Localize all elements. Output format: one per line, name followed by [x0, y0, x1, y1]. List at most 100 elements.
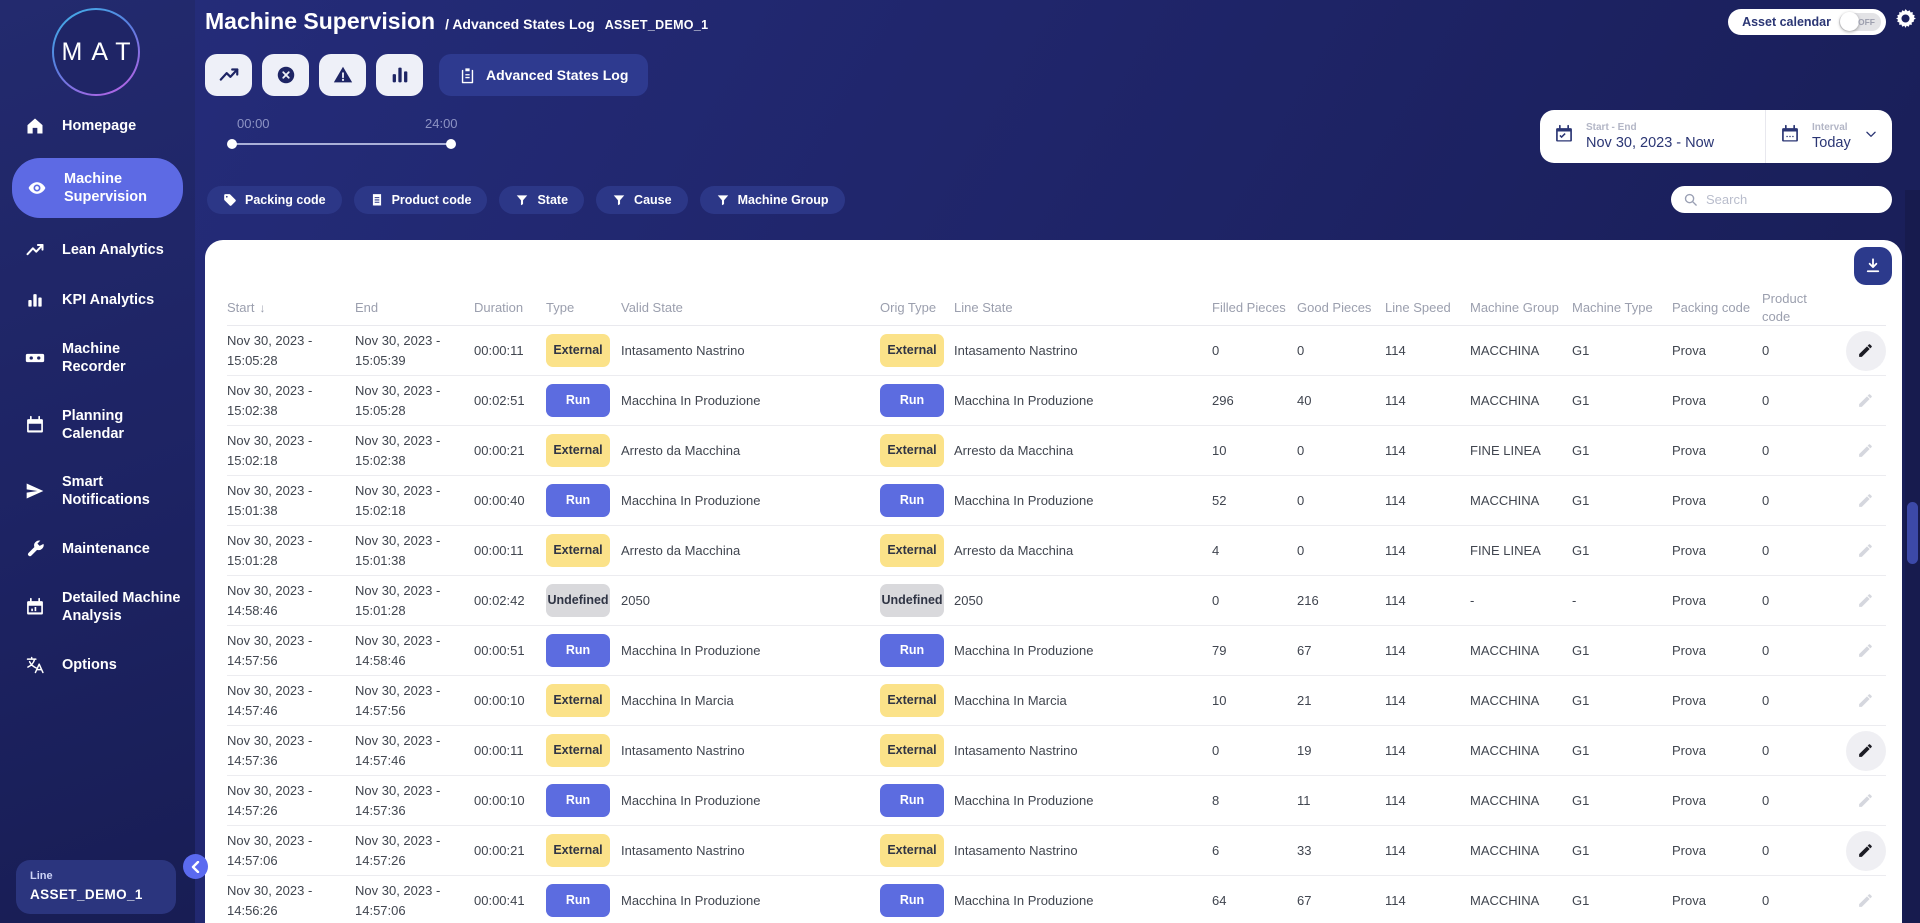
- cell-line-state: Intasamento Nastrino: [954, 342, 1078, 358]
- type-badge: External: [546, 684, 610, 717]
- sidebar-item-planning-calendar[interactable]: Planning Calendar: [0, 399, 195, 451]
- edit-row-button[interactable]: [1846, 881, 1886, 921]
- sidebar-item-lean-analytics[interactable]: Lean Analytics: [0, 232, 195, 268]
- histogram-view-button[interactable]: [376, 54, 423, 96]
- toggle-knob: [1840, 12, 1859, 31]
- edit-row-button[interactable]: [1846, 631, 1886, 671]
- sidebar-item-kpi-analytics[interactable]: KPI Analytics: [0, 282, 195, 318]
- slider-handle-start[interactable]: [227, 139, 237, 149]
- time-range-slider[interactable]: [227, 139, 456, 149]
- cell-valid-state: Macchina In Produzione: [621, 392, 761, 408]
- edit-row-button[interactable]: [1845, 730, 1886, 771]
- sidebar-item-options[interactable]: Options: [0, 647, 195, 683]
- cell-edit: [1845, 881, 1886, 921]
- cell-filled-pieces: 10: [1212, 692, 1227, 708]
- column-header-good_pieces[interactable]: Good Pieces: [1297, 299, 1385, 317]
- asset-calendar-toggle[interactable]: OFF: [1839, 12, 1881, 31]
- sidebar-item-detailed-machine-analysis[interactable]: Detailed Machine Analysis: [0, 581, 195, 633]
- cell-packing-code: Prova: [1672, 342, 1706, 358]
- filter-chip-machine-group[interactable]: Machine Group: [699, 186, 845, 214]
- interval-section[interactable]: Interval Today: [1766, 110, 1892, 163]
- export-button[interactable]: [1854, 247, 1892, 285]
- asset-name: ASSET_DEMO_1: [604, 18, 709, 32]
- sidebar-item-label: Homepage: [62, 117, 137, 134]
- cell-line-state: Macchina In Marcia: [954, 692, 1067, 708]
- edit-row-button[interactable]: [1846, 781, 1886, 821]
- cell-line-state: Intasamento Nastrino: [954, 842, 1078, 858]
- column-header-type[interactable]: Type: [546, 299, 621, 317]
- cell-line-state: 2050: [954, 592, 983, 608]
- table-row: Nov 30, 2023 -14:58:46 Nov 30, 2023 -15:0…: [227, 576, 1886, 626]
- cell-start: Nov 30, 2023 -15:02:38: [227, 383, 313, 418]
- slider-handle-end[interactable]: [446, 139, 456, 149]
- sidebar-item-maintenance[interactable]: Maintenance: [0, 531, 195, 567]
- chevron-down-icon[interactable]: [1864, 127, 1878, 146]
- cell-line-state: Macchina In Produzione: [954, 892, 1094, 908]
- cell-duration: 00:00:40: [474, 492, 525, 508]
- column-header-valid_state[interactable]: Valid State: [621, 299, 880, 317]
- cell-end: Nov 30, 2023 -14:57:46: [355, 733, 441, 768]
- cell-filled-pieces: 296: [1212, 392, 1234, 408]
- cell-filled-pieces: 0: [1212, 742, 1220, 758]
- column-header-line_state[interactable]: Line State: [954, 299, 1212, 317]
- filter-chip-label: State: [537, 193, 569, 207]
- cell-start: Nov 30, 2023 -14:57:06: [227, 833, 313, 868]
- settings-gear-button[interactable]: [1894, 7, 1917, 35]
- cell-good-pieces: 216: [1297, 592, 1319, 608]
- cell-valid-state: Arresto da Macchina: [621, 442, 741, 458]
- column-header-machine_type[interactable]: Machine Type: [1572, 299, 1672, 317]
- vertical-scrollbar[interactable]: [1905, 190, 1920, 923]
- sidebar-item-machine-recorder[interactable]: Machine Recorder: [0, 332, 195, 384]
- edit-row-button[interactable]: [1845, 330, 1886, 371]
- filter-chip-state[interactable]: State: [499, 186, 585, 214]
- cell-edit: [1845, 631, 1886, 671]
- cell-good-pieces: 67: [1297, 642, 1312, 658]
- edit-row-button[interactable]: [1846, 431, 1886, 471]
- filter-chip-product-code[interactable]: Product code: [353, 186, 488, 214]
- edit-row-button[interactable]: [1846, 481, 1886, 521]
- edit-row-button[interactable]: [1845, 830, 1886, 871]
- cell-orig-type: Run: [880, 634, 954, 667]
- sidebar-item-smart-notifications[interactable]: Smart Notifications: [0, 465, 195, 517]
- alarms-view-button[interactable]: [319, 54, 366, 96]
- orig-type-badge: Undefined: [880, 584, 944, 617]
- filter-chip-cause[interactable]: Cause: [596, 186, 688, 214]
- scrollbar-thumb[interactable]: [1907, 502, 1918, 564]
- line-widget[interactable]: Line ASSET_DEMO_1: [16, 860, 176, 914]
- sidebar-item-homepage[interactable]: Homepage: [0, 108, 195, 144]
- pencil-icon: [1859, 544, 1872, 557]
- table-row: Nov 30, 2023 -14:57:26 Nov 30, 2023 -14:5…: [227, 776, 1886, 826]
- column-header-duration[interactable]: Duration: [474, 299, 546, 317]
- cell-orig-type: Undefined: [880, 584, 954, 617]
- orig-type-badge: External: [880, 684, 944, 717]
- cell-filled-pieces: 10: [1212, 442, 1227, 458]
- column-header-line_speed[interactable]: Line Speed: [1385, 299, 1470, 317]
- column-header-filled_pieces[interactable]: Filled Pieces: [1212, 299, 1297, 317]
- edit-row-button[interactable]: [1846, 381, 1886, 421]
- sidebar-item-machine-supervision[interactable]: Machine Supervision: [12, 158, 183, 219]
- orig-type-badge: Run: [880, 384, 944, 417]
- filter-chip-label: Machine Group: [737, 193, 829, 207]
- edit-row-button[interactable]: [1846, 681, 1886, 721]
- search-input[interactable]: [1706, 192, 1882, 207]
- edit-row-button[interactable]: [1846, 531, 1886, 571]
- cell-packing-code: Prova: [1672, 592, 1706, 608]
- chart-view-button[interactable]: [205, 54, 252, 96]
- sidebar-item-label: Machine Recorder: [62, 341, 126, 376]
- column-header-start[interactable]: Start ↓: [227, 299, 355, 317]
- stops-view-button[interactable]: [262, 54, 309, 96]
- advanced-states-log-button[interactable]: Advanced States Log: [439, 54, 649, 96]
- date-range-section[interactable]: Start - End Nov 30, 2023 - Now: [1540, 110, 1766, 163]
- filter-chip-packing-code[interactable]: Packing code: [207, 186, 342, 214]
- column-header-packing_code[interactable]: Packing code: [1672, 299, 1762, 317]
- cell-machine-type: G1: [1572, 692, 1590, 708]
- column-header-product_code[interactable]: Product code: [1762, 290, 1845, 325]
- sidebar-item-label: Planning Calendar: [62, 407, 125, 442]
- edit-row-button[interactable]: [1846, 581, 1886, 621]
- funnel-icon: [613, 195, 625, 206]
- column-header-machine_group[interactable]: Machine Group: [1470, 299, 1572, 317]
- column-header-end[interactable]: End: [355, 299, 474, 317]
- column-header-orig_type[interactable]: Orig Type: [880, 299, 954, 317]
- cell-good-pieces: 40: [1297, 392, 1312, 408]
- sidebar-collapse-button[interactable]: [183, 854, 208, 879]
